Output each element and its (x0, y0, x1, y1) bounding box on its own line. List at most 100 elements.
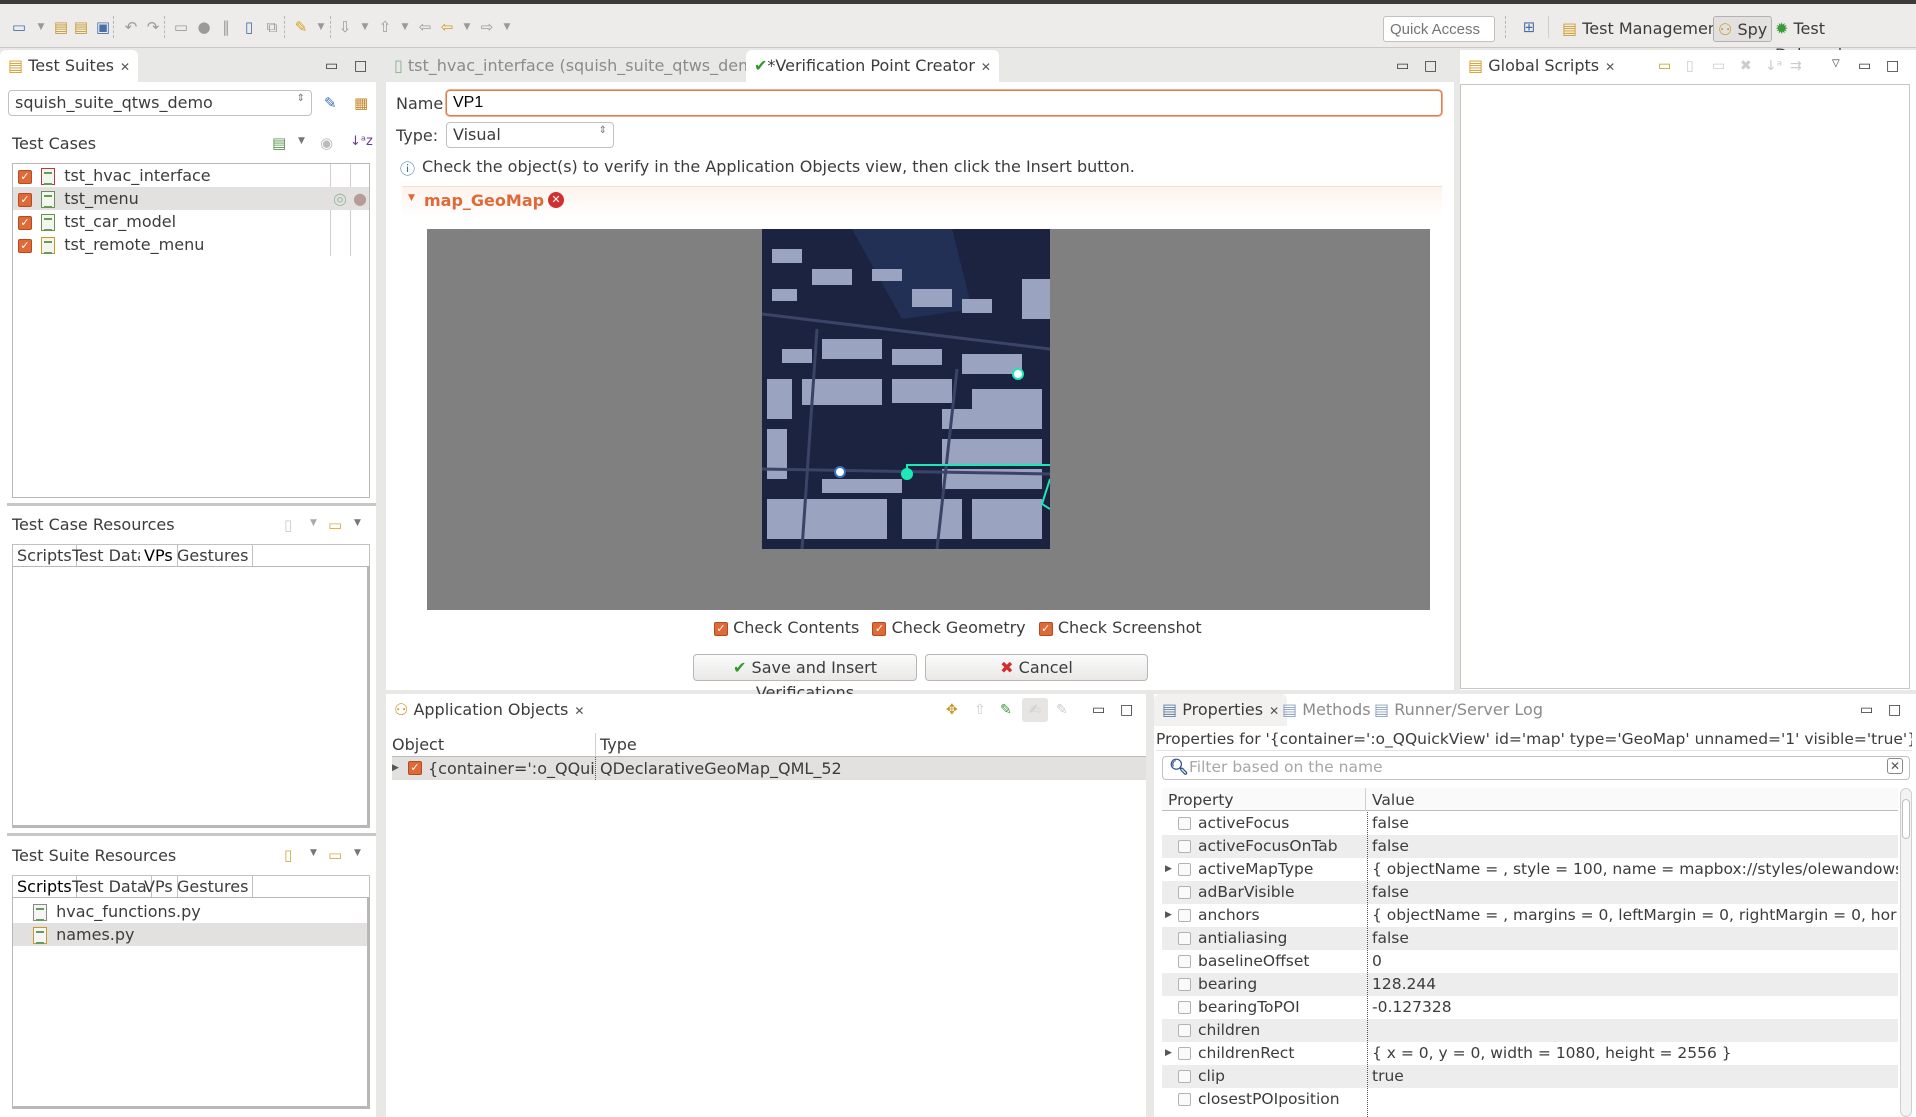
test-case-row[interactable]: ✓ tst_hvac_interface (13, 164, 369, 187)
maximize-icon[interactable]: □ (1888, 702, 1901, 718)
minimize-icon[interactable]: ▭ (1396, 58, 1409, 74)
close-icon[interactable]: ✕ (574, 704, 584, 718)
column-divider[interactable] (595, 733, 596, 757)
property-checkbox[interactable] (1178, 978, 1191, 991)
new-icon[interactable]: ▭ (10, 18, 28, 36)
new-suite-icon[interactable]: ▤ (52, 18, 70, 36)
link-icon[interactable]: ⇉ (1790, 58, 1802, 74)
back-icon[interactable]: ⇦ (438, 18, 456, 36)
run-icon[interactable]: ◉ (320, 134, 333, 152)
expand-icon[interactable]: ▶ (392, 757, 399, 780)
test-case-row[interactable]: ✓ tst_menu ◎ ● (13, 187, 369, 210)
close-icon[interactable]: ✕ (120, 60, 130, 74)
property-row[interactable]: bearing 128.244 (1162, 973, 1898, 996)
property-checkbox[interactable] (1178, 1070, 1191, 1083)
insert-vp-icon[interactable]: ✍ (1022, 698, 1048, 722)
back-last-icon[interactable]: ⇦ (416, 18, 434, 36)
new-file-icon[interactable]: ▯ (284, 516, 292, 534)
type-select[interactable]: Visual ⇕ (446, 122, 614, 148)
forward-icon[interactable]: ⇨ (478, 18, 496, 36)
minimize-icon[interactable]: ▭ (1092, 702, 1105, 718)
step-into-icon[interactable]: ⇩ (336, 18, 354, 36)
dropdown-icon[interactable]: ▼ (458, 18, 476, 36)
sash[interactable] (7, 833, 376, 836)
property-filter-input[interactable]: 🔍︎ Filter based on the name ✕ (1162, 756, 1910, 780)
property-row[interactable]: closestPOIposition (1162, 1088, 1898, 1111)
cancel-button[interactable]: ✖ Cancel (925, 654, 1148, 681)
check-geometry-option[interactable]: ✓ Check Geometry (872, 618, 1026, 637)
dropdown-icon[interactable]: ▼ (498, 18, 516, 36)
view-menu-icon[interactable]: ▽ (1832, 58, 1840, 69)
checkbox[interactable]: ✓ (714, 621, 728, 636)
property-checkbox[interactable] (1178, 817, 1191, 830)
property-row[interactable]: ▶ anchors { objectName = , margins = 0, le… (1162, 904, 1898, 927)
checkbox[interactable]: ✓ (18, 192, 32, 207)
subtab-vps[interactable]: VPs (140, 545, 178, 566)
column-property[interactable]: Property (1168, 791, 1234, 809)
file-row[interactable]: names.py (13, 923, 367, 946)
check-contents-option[interactable]: ✓ Check Contents (714, 618, 859, 637)
dropdown-icon[interactable]: ▼ (354, 518, 361, 528)
property-row[interactable]: clip true (1162, 1065, 1898, 1088)
property-checkbox[interactable] (1178, 886, 1191, 899)
property-row[interactable]: antialiasing false (1162, 927, 1898, 950)
dropdown-icon[interactable]: ▼ (32, 18, 50, 36)
stop-icon[interactable]: ● (195, 18, 213, 36)
quick-access-input[interactable] (1383, 16, 1495, 42)
tab-methods[interactable]: ▤ Methods (1274, 694, 1379, 726)
minimize-icon[interactable]: ▭ (1860, 702, 1873, 718)
tab-verification-point-creator[interactable]: ✔*Verification Point Creator ✕ (746, 50, 999, 82)
sash[interactable] (7, 503, 376, 506)
subtab-gestures[interactable]: Gestures (173, 545, 254, 566)
save-insert-button[interactable]: ✔ Save and Insert Verifications (693, 654, 917, 702)
open-suite-icon[interactable]: ▤ (72, 18, 90, 36)
eyedropper-icon[interactable]: ✎ (1000, 702, 1012, 718)
column-value[interactable]: Value (1372, 791, 1415, 809)
minimize-icon[interactable]: ▭ (325, 58, 338, 74)
sort-az-icon[interactable]: ↓ᵃz (350, 134, 373, 149)
column-object[interactable]: Object (392, 735, 444, 754)
redo-icon[interactable]: ↷ (144, 18, 162, 36)
property-row[interactable]: baselineOffset 0 (1162, 950, 1898, 973)
checkbox[interactable]: ✓ (18, 238, 32, 253)
pick-icon[interactable]: ✎ (292, 18, 310, 36)
dropdown-icon[interactable]: ▼ (310, 518, 317, 528)
property-checkbox[interactable] (1178, 1024, 1191, 1037)
property-row[interactable]: bearingToPOI -0.127328 (1162, 996, 1898, 1019)
property-row[interactable]: ▶ childrenRect { x = 0, y = 0, width = 108… (1162, 1042, 1898, 1065)
sash[interactable] (1146, 694, 1154, 1117)
name-input[interactable] (446, 90, 1442, 116)
tab-runner-server-log[interactable]: ▤ Runner/Server Log (1366, 694, 1551, 726)
suite-table-icon[interactable]: ▦ (354, 94, 368, 112)
property-checkbox[interactable] (1178, 932, 1191, 945)
suite-settings-icon[interactable]: ✎ (324, 94, 337, 112)
new-testcase-icon[interactable]: ▯ (240, 18, 258, 36)
new-file-icon[interactable]: ▯ (1686, 58, 1694, 74)
tab-properties[interactable]: ▤ Properties ✕ (1154, 694, 1288, 726)
new-folder-icon[interactable]: ▭ (328, 846, 342, 864)
window-icon[interactable]: ⧉ (263, 18, 281, 36)
property-checkbox[interactable] (1178, 863, 1191, 876)
pause-icon[interactable]: ‖ (217, 18, 235, 36)
vertical-scrollbar[interactable] (1900, 788, 1912, 1117)
property-checkbox[interactable] (1178, 1093, 1191, 1106)
add-folder-icon[interactable]: ▭ (1658, 58, 1671, 74)
checkbox[interactable]: ✓ (408, 761, 422, 775)
pick-object-icon[interactable]: ✥ (946, 702, 958, 718)
column-divider[interactable] (1365, 788, 1366, 811)
perspective-test-debugging[interactable]: ✹ Test Debugging (1771, 16, 1916, 64)
checkbox[interactable]: ✓ (18, 169, 32, 184)
suite-selector[interactable]: squish_suite_qtws_demo ⇕ (8, 90, 312, 116)
edit-icon[interactable]: ✎ (1056, 702, 1068, 718)
delete-icon[interactable]: ✖ (1740, 58, 1752, 74)
checkbox[interactable]: ✓ (872, 621, 887, 636)
dropdown-icon[interactable]: ▼ (298, 136, 305, 146)
test-case-row[interactable]: ✓ tst_remote_menu (13, 233, 369, 256)
new-folder-icon[interactable]: ▭ (328, 516, 342, 534)
record-test-icon[interactable]: ● (353, 187, 367, 210)
expand-icon[interactable]: ▶ (1165, 1042, 1172, 1065)
test-case-row[interactable]: ✓ tst_car_model (13, 210, 369, 233)
dropdown-icon[interactable]: ▼ (356, 18, 374, 36)
column-type[interactable]: Type (600, 735, 637, 754)
close-icon[interactable]: ✕ (1605, 60, 1615, 74)
